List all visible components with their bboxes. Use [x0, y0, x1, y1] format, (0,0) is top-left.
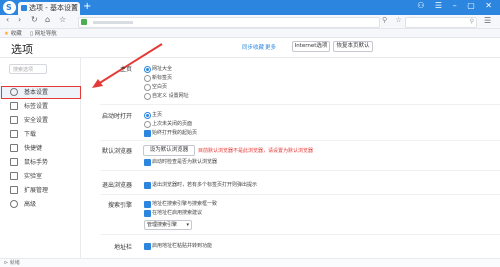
new-tab-button[interactable]: +: [83, 1, 91, 12]
forward-icon[interactable]: ›: [18, 15, 21, 24]
address-url: [93, 21, 133, 24]
search-icon[interactable]: ⚲: [470, 18, 474, 25]
option-label: 空白页: [152, 84, 168, 90]
exit-section-label: 退出浏览器: [101, 182, 132, 189]
addressbar-checkbox[interactable]: [144, 243, 151, 250]
sidebar-item-label: 鼠标手势: [24, 159, 49, 166]
home-radio-blank[interactable]: [144, 84, 151, 91]
sidebar-search-input[interactable]: 搜索选项: [9, 64, 47, 74]
tab-options[interactable]: 选项 - 基本设置 ×: [18, 2, 80, 15]
bookmark-label: 收藏: [10, 31, 22, 37]
address-bar[interactable]: [78, 17, 380, 28]
internet-options-button[interactable]: Internet选项: [292, 41, 330, 52]
option-label: 始终打开我的起始页: [152, 130, 198, 136]
sidebar-item-label: 实验室: [24, 173, 43, 180]
tab-close-icon[interactable]: ×: [71, 2, 78, 11]
search-engine-select[interactable]: 管理搜索引擎 ▾: [144, 220, 192, 230]
option-label: 退出浏览器时，若有多个标签页打开则弹出提示: [152, 182, 258, 188]
sidebar-item-advanced[interactable]: 高级: [0, 198, 80, 210]
section-divider: [100, 104, 500, 105]
sidebar-item-label: 高级: [24, 201, 37, 208]
startup-radio-home[interactable]: [144, 112, 151, 119]
sidebar-item-extensions[interactable]: 扩展管理: [0, 184, 80, 196]
flask-icon: [10, 172, 18, 180]
sidebar-item-label: 下载: [24, 131, 37, 138]
sidebar-item-download[interactable]: 下载: [0, 128, 80, 140]
mouse-icon: [10, 158, 18, 166]
option-label: 主页: [152, 112, 163, 118]
home-radio-custom[interactable]: [144, 93, 151, 100]
search-section-label: 搜索引擎: [107, 202, 132, 209]
addressbar-section-label: 地址栏: [113, 244, 132, 251]
section-divider: [100, 170, 500, 171]
sidebar-item-tabs[interactable]: 标签设置: [0, 100, 80, 112]
startup-radio-last[interactable]: [144, 121, 151, 128]
star-icon[interactable]: ☆: [59, 15, 66, 24]
back-icon[interactable]: ‹: [6, 15, 9, 24]
sidebar-item-security[interactable]: 安全设置: [0, 114, 80, 126]
shield-icon: [10, 116, 18, 124]
arrow-head: [92, 79, 103, 88]
sidebar-item-shortcuts[interactable]: 快捷键: [0, 142, 80, 154]
sidebar-item-label: 安全设置: [24, 117, 49, 124]
home-radio-nav[interactable]: [144, 66, 151, 73]
option-label: 网址大全: [152, 66, 173, 72]
page-title: 选项: [11, 43, 33, 56]
bookmark-item[interactable]: ▯ 网址导航: [30, 29, 57, 37]
sidebar-item-lab[interactable]: 实验室: [0, 170, 80, 182]
sidebar-item-label: 扩展管理: [24, 187, 49, 194]
menu-icon[interactable]: ☰: [484, 16, 491, 25]
section-divider: [100, 234, 500, 235]
sync-link[interactable]: 同步收藏: [242, 43, 264, 51]
default-browser-label: 默认浏览器: [101, 148, 132, 155]
default-browser-checkbox[interactable]: [144, 159, 151, 166]
option-label: 新标签页: [152, 75, 173, 81]
home-icon[interactable]: ⌂: [45, 15, 50, 24]
section-divider: [100, 140, 500, 141]
browser-logo-icon: S: [3, 1, 16, 14]
keyboard-icon: [10, 144, 18, 152]
home-radio-newtab[interactable]: [144, 75, 151, 82]
reload-icon[interactable]: ↻: [31, 15, 38, 24]
sidebar-item-label: 标签设置: [24, 103, 49, 110]
option-label: 启动时检查是否为默认浏览器: [152, 159, 218, 165]
more-link[interactable]: 更多: [265, 43, 276, 51]
startup-checkbox[interactable]: [144, 130, 151, 137]
star-icon: ★: [4, 31, 9, 37]
restore-default-button[interactable]: 恢复本页默认: [333, 41, 373, 52]
search-box[interactable]: ⚲: [405, 17, 477, 28]
window-controls[interactable]: ⚇ ☰ – ▢ ✕: [417, 1, 496, 10]
set-default-button[interactable]: 设为默认浏览器: [143, 145, 195, 156]
tab-icon: [10, 102, 18, 110]
startup-section-label: 启动时打开: [101, 113, 132, 120]
exit-checkbox[interactable]: [144, 182, 151, 189]
bookmark-label: 网址导航: [34, 31, 57, 37]
settings-tab-icon: [21, 5, 27, 11]
sidebar-item-gestures[interactable]: 鼠标手势: [0, 156, 80, 168]
home-section-label: 主页: [119, 66, 132, 73]
chevron-down-icon: ▾: [186, 222, 189, 228]
title-bar: S 选项 - 基本设置 × + ⚇ ☰ – ▢ ✕: [0, 0, 500, 15]
section-divider: [100, 194, 500, 195]
option-label: 自定义 设置网址: [152, 93, 189, 99]
more-icon: [10, 200, 18, 208]
highlight-box: [1, 86, 81, 99]
search-placeholder: 搜索选项: [13, 67, 34, 73]
option-label: 地址栏搜索引擎与搜索框一致: [152, 201, 218, 207]
puzzle-icon: [10, 186, 18, 194]
option-label: 上次未关闭的页面: [152, 121, 193, 127]
sidebar-item-label: 快捷键: [24, 145, 43, 152]
download-icon: [10, 130, 18, 138]
option-label: 启用地址栏粘贴并转到功能: [152, 243, 213, 249]
select-value: 管理搜索引擎: [147, 222, 178, 228]
search-checkbox-1[interactable]: [144, 201, 151, 208]
secure-shield-icon: [81, 19, 87, 25]
toolbar: ‹ › ↻ ⌂ ☆ ⚲ ☆ ↓ ⚲ ☰: [0, 15, 500, 29]
search-checkbox-2[interactable]: [144, 210, 151, 217]
option-label: 在地址栏启用搜索建议: [152, 210, 203, 216]
default-browser-warning: 目前默认浏览器不是此浏览器，请设置为默认浏览器: [198, 148, 314, 154]
bookmarks-bar: ★ 收藏 ▯ 网址导航: [0, 29, 500, 38]
status-text: ⊳ 就绪: [4, 260, 20, 266]
bookmark-item[interactable]: ★ 收藏: [4, 29, 22, 37]
